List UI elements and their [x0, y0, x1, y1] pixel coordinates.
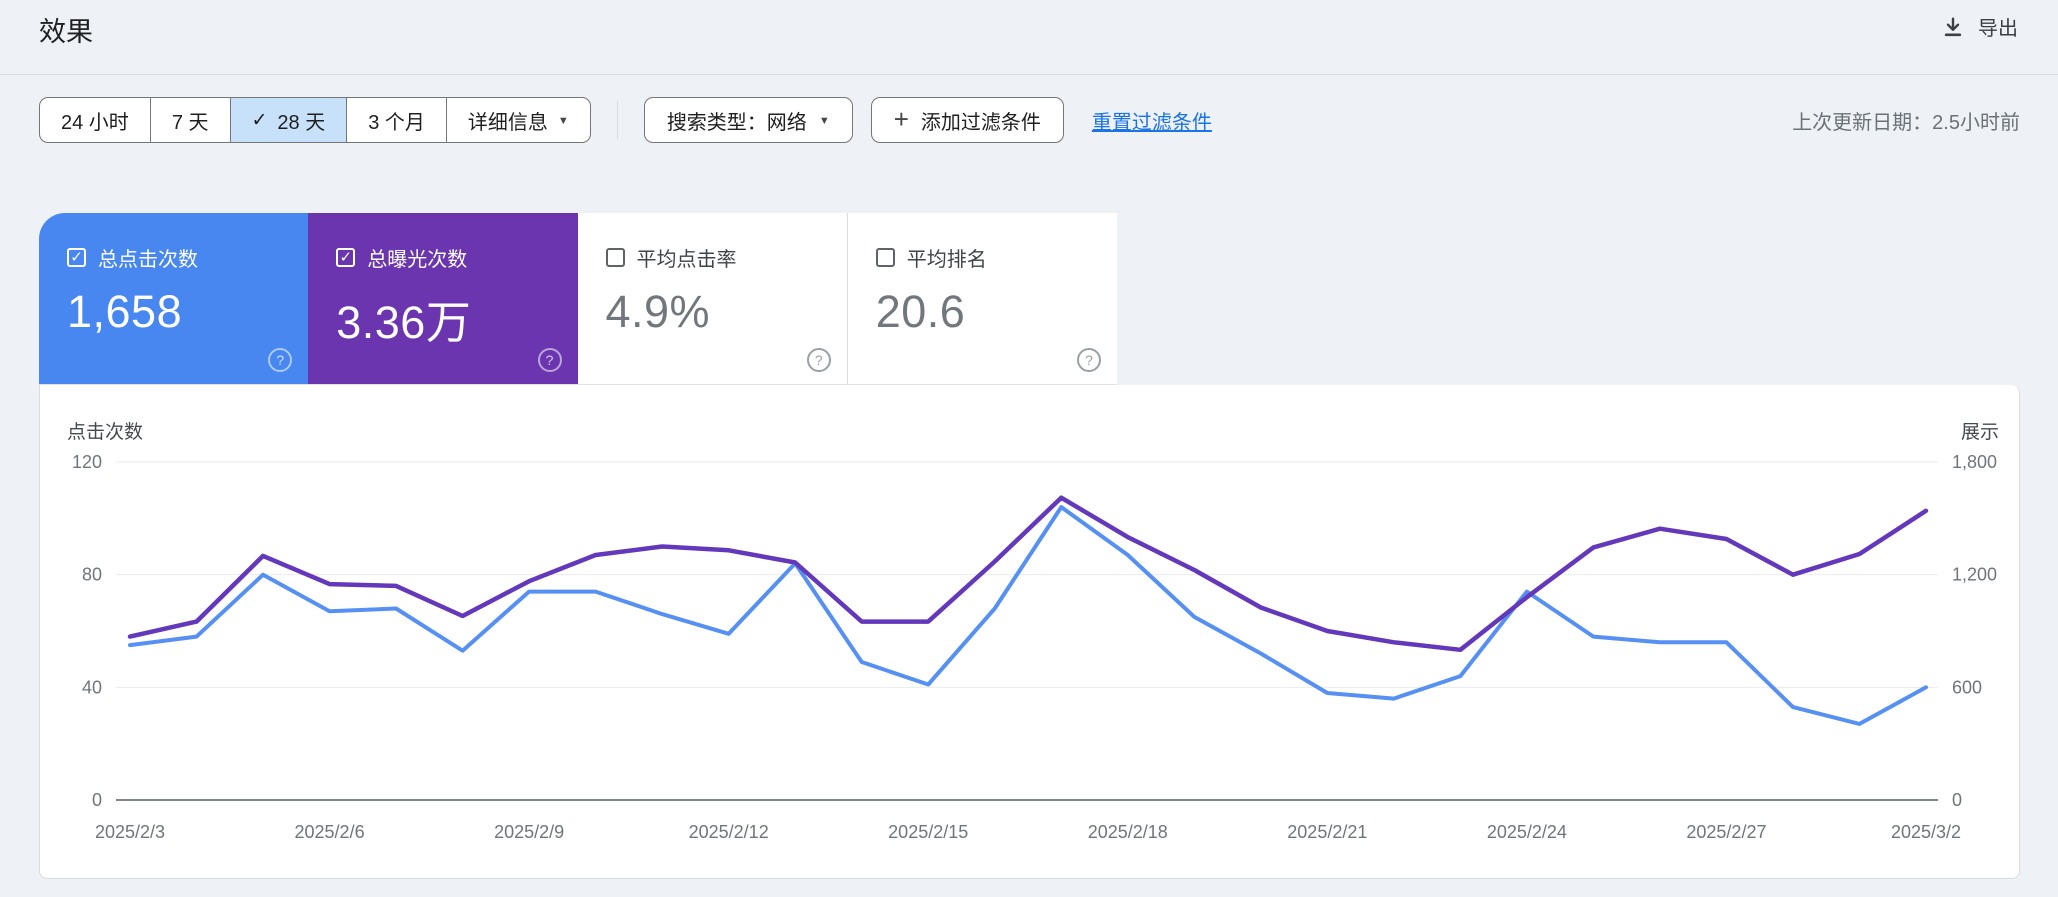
svg-text:0: 0: [1952, 790, 1962, 810]
svg-text:2025/3/2: 2025/3/2: [1891, 822, 1961, 842]
check-icon: ✓: [251, 109, 268, 131]
export-button[interactable]: 导出: [1942, 12, 2018, 41]
svg-text:2025/2/9: 2025/2/9: [494, 822, 564, 842]
checkbox-unchecked-icon[interactable]: [605, 248, 625, 267]
svg-text:2025/2/27: 2025/2/27: [1686, 822, 1766, 842]
metric-label: 平均点击率: [636, 249, 737, 271]
page-title: 效果: [39, 17, 93, 47]
help-glyph: ?: [545, 352, 554, 368]
detail-label: 详细信息: [467, 111, 548, 134]
date-range-group: 24 小时 7 天 ✓ 28 天 3 个月 详细信息 ▼: [39, 97, 591, 143]
svg-text:0: 0: [92, 790, 102, 810]
filter-divider: [616, 101, 618, 139]
plus-icon: +: [893, 104, 909, 134]
metric-label: 总曝光次数: [367, 249, 468, 271]
help-glyph: ?: [276, 352, 285, 368]
date-range-28d-selected[interactable]: ✓ 28 天: [229, 98, 347, 142]
metric-value: 20.6: [875, 286, 966, 337]
metric-tiles: ✓ 总点击次数 1,658 ? ✓ 总曝光次数 3.36万 ? 平均点击率 4.…: [39, 213, 1117, 385]
metric-label: 平均排名: [906, 249, 987, 271]
metric-value: 4.9%: [605, 286, 711, 337]
search-type-label: 搜索类型：网络: [666, 111, 807, 134]
date-range-detail-dropdown[interactable]: 详细信息 ▼: [445, 98, 590, 142]
performance-chart-panel: 点击次数 展示 0 0 40 600 80 1,200 120 1,800 2025/2/3 20…: [39, 385, 2020, 879]
help-icon[interactable]: ?: [806, 348, 831, 372]
filter-bar: 24 小时 7 天 ✓ 28 天 3 个月 详细信息 ▼ 搜索类型：网络 ▼ +: [39, 97, 2020, 143]
svg-text:2025/2/12: 2025/2/12: [689, 822, 769, 842]
date-range-3mo[interactable]: 3 个月: [346, 98, 446, 142]
last-updated-text: 上次更新日期：2.5小时前: [1792, 111, 2020, 134]
download-icon: [1944, 17, 1962, 36]
export-label: 导出: [1978, 18, 2018, 40]
add-filter-label: 添加过滤条件: [920, 111, 1041, 134]
date-range-label: 3 个月: [368, 111, 425, 134]
help-icon[interactable]: ?: [537, 348, 562, 372]
svg-text:2025/2/24: 2025/2/24: [1487, 822, 1567, 842]
performance-page: 效果 导出 24 小时 7 天 ✓ 28 天 3 个月 详细信息 ▼ 搜索类型：…: [0, 0, 2058, 897]
svg-text:1,800: 1,800: [1952, 452, 1997, 472]
check-icon: ✓: [339, 249, 353, 266]
chevron-down-icon: ▼: [557, 115, 569, 127]
checkbox-unchecked-icon[interactable]: [875, 248, 895, 267]
svg-text:1,200: 1,200: [1952, 565, 1997, 585]
svg-text:2025/2/21: 2025/2/21: [1287, 822, 1367, 842]
svg-text:80: 80: [82, 565, 102, 585]
add-filter-button[interactable]: + 添加过滤条件: [870, 97, 1064, 143]
metric-tile-average-ctr[interactable]: 平均点击率 4.9% ?: [577, 213, 847, 384]
clicks-impressions-line-chart[interactable]: 0 0 40 600 80 1,200 120 1,800 2025/2/3 2025/2/6 20…: [40, 385, 2019, 877]
metric-label: 总点击次数: [98, 249, 198, 271]
check-icon: ✓: [70, 249, 83, 266]
chevron-down-icon: ▼: [818, 115, 830, 127]
date-range-label: 7 天: [171, 111, 209, 134]
svg-text:2025/2/15: 2025/2/15: [888, 822, 968, 842]
svg-text:40: 40: [82, 677, 102, 697]
date-range-24h[interactable]: 24 小时: [40, 98, 150, 142]
reset-filters-link[interactable]: 重置过滤条件: [1092, 106, 1212, 135]
checkbox-checked-icon[interactable]: ✓: [336, 248, 356, 267]
metric-value: 1,658: [67, 286, 183, 337]
metric-tile-total-clicks[interactable]: ✓ 总点击次数 1,658 ?: [39, 213, 309, 384]
header-divider: [0, 74, 2058, 75]
date-range-label: 24 小时: [61, 111, 129, 134]
svg-text:2025/2/3: 2025/2/3: [95, 822, 165, 842]
date-range-label: 28 天: [277, 111, 326, 134]
search-type-dropdown[interactable]: 搜索类型：网络 ▼: [643, 97, 853, 143]
svg-text:120: 120: [72, 452, 102, 472]
help-glyph: ?: [814, 352, 823, 368]
checkbox-checked-icon[interactable]: ✓: [67, 248, 86, 267]
date-range-7d[interactable]: 7 天: [149, 98, 230, 142]
metric-value: 3.36万: [336, 297, 472, 348]
svg-text:600: 600: [1952, 677, 1982, 697]
help-icon[interactable]: ?: [268, 348, 293, 372]
metric-tile-total-impressions[interactable]: ✓ 总曝光次数 3.36万 ?: [308, 213, 578, 384]
help-glyph: ?: [1085, 352, 1093, 368]
svg-text:2025/2/18: 2025/2/18: [1088, 822, 1168, 842]
metric-tile-average-position[interactable]: 平均排名 20.6 ?: [846, 213, 1117, 384]
svg-text:2025/2/6: 2025/2/6: [295, 822, 365, 842]
help-icon[interactable]: ?: [1077, 348, 1101, 372]
